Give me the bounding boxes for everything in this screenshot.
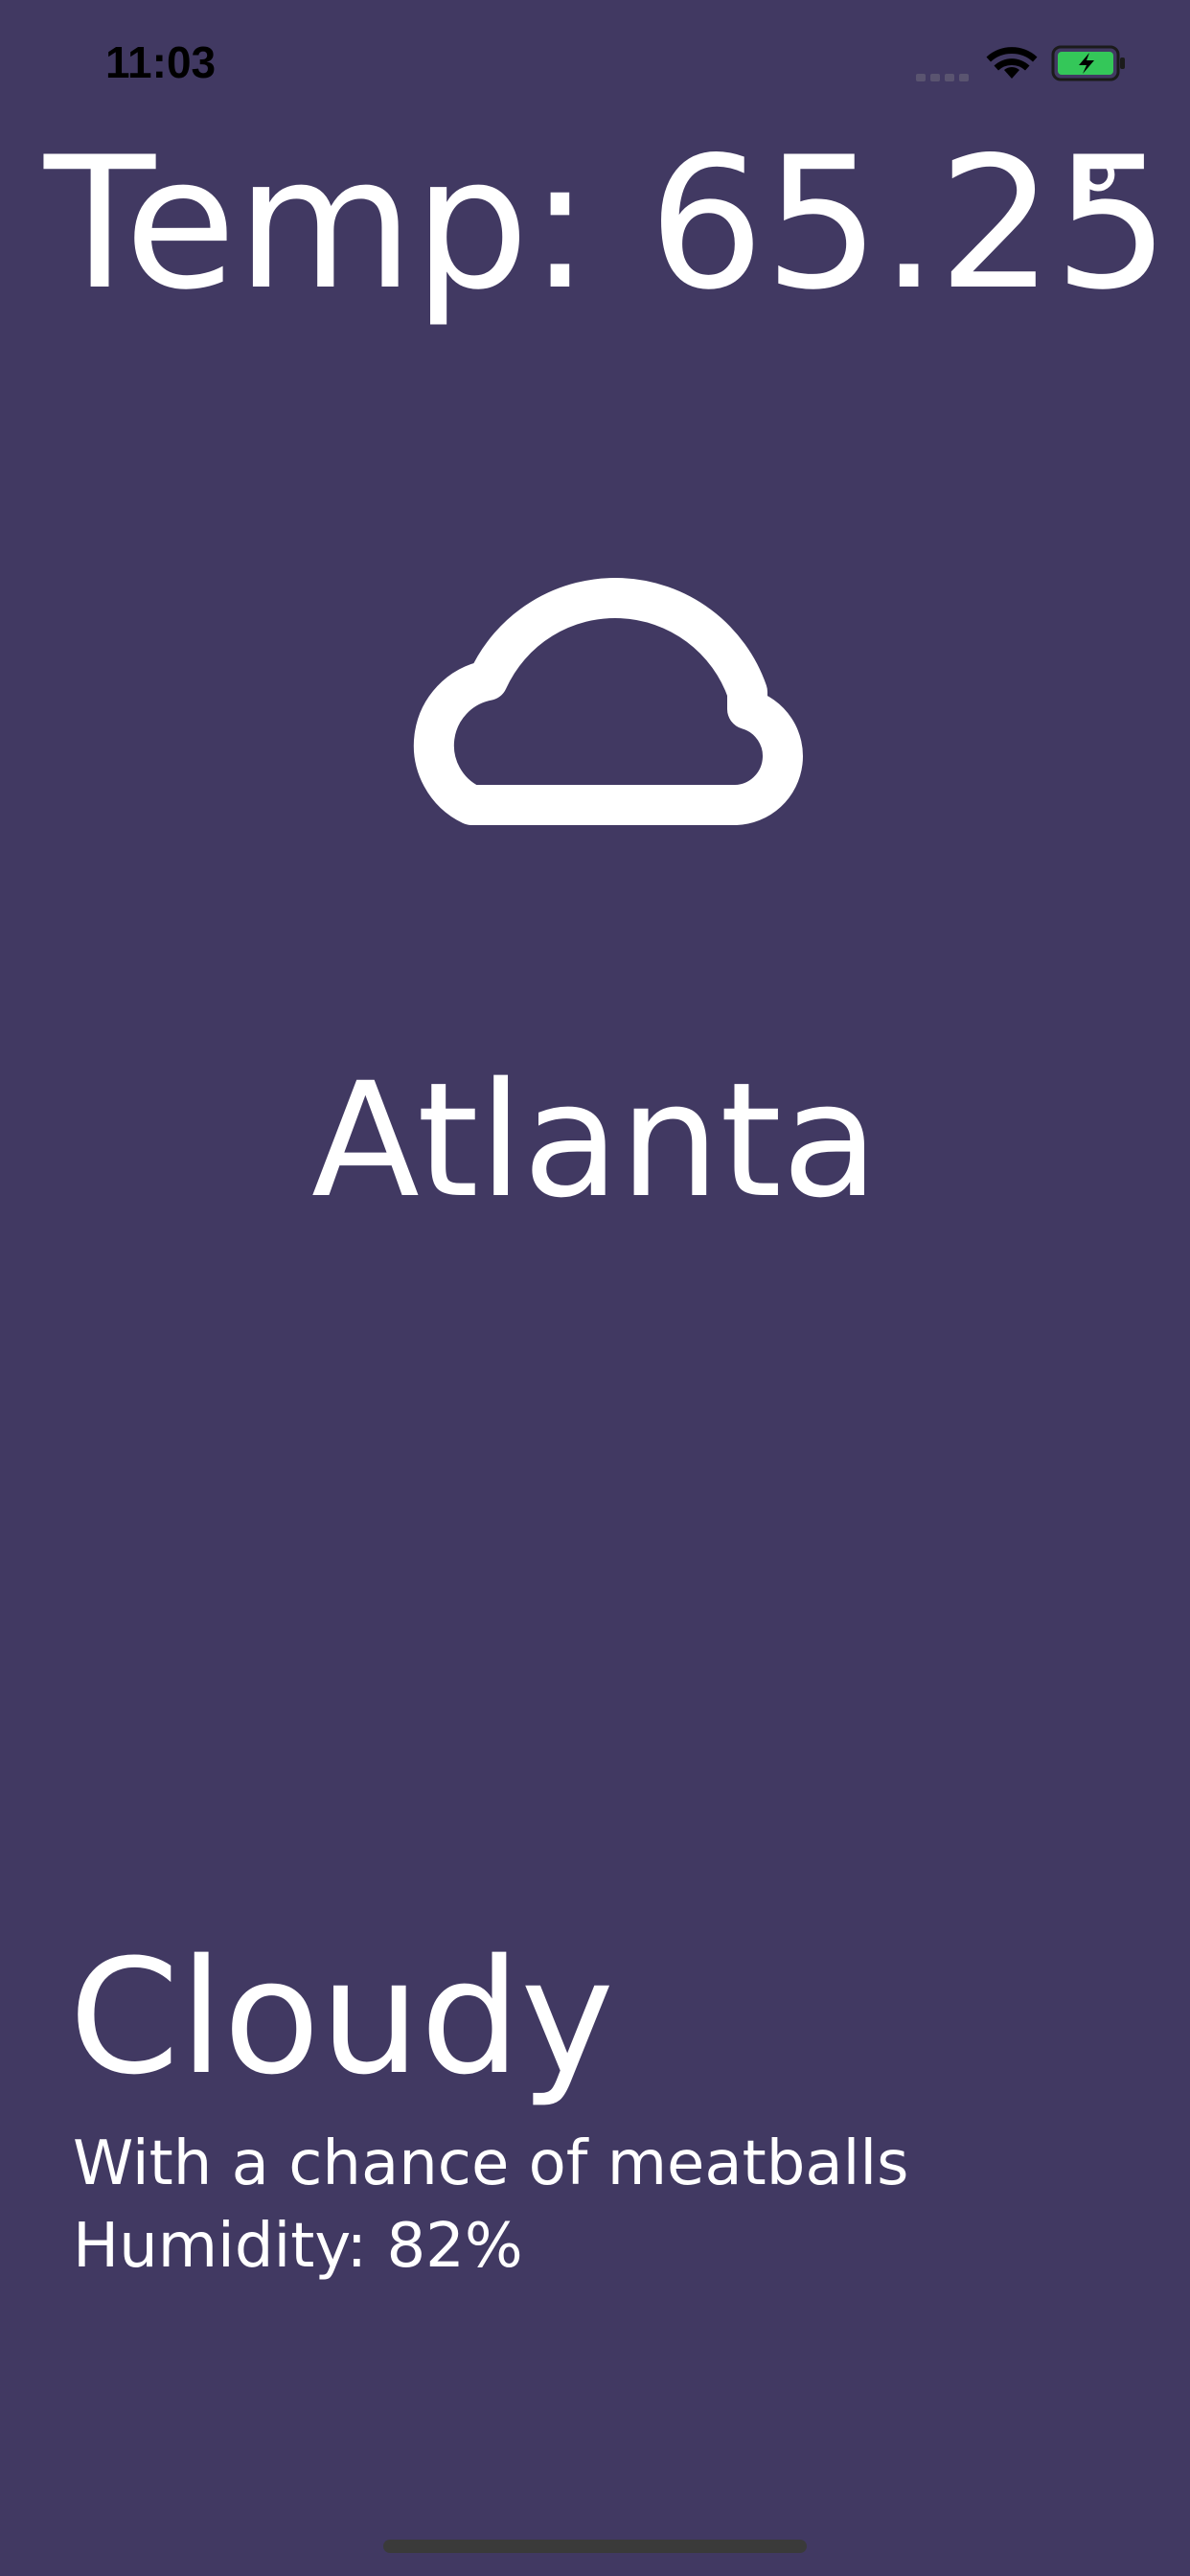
status-time: 11:03 (105, 37, 217, 87)
home-indicator[interactable] (383, 2540, 807, 2553)
humidity-label: Humidity: 82% (73, 2211, 523, 2282)
status-bar: 11:03 (0, 0, 1190, 129)
cellular-signal-icon (916, 74, 970, 81)
condition-label: Cloudy (69, 1925, 614, 2109)
temperature-label: Temp: 65.25 (44, 118, 1170, 330)
degree-symbol: ° (1071, 139, 1125, 264)
city-label: Atlanta (310, 1048, 879, 1232)
description-label: With a chance of meatballs (73, 2128, 909, 2199)
cloud-icon (413, 577, 803, 825)
weather-screen: 11:03 Temp: 65.25 ° Atlanta Cloudy With … (0, 0, 1190, 2576)
wifi-icon (986, 47, 1038, 79)
battery-charging-icon (1051, 45, 1125, 81)
